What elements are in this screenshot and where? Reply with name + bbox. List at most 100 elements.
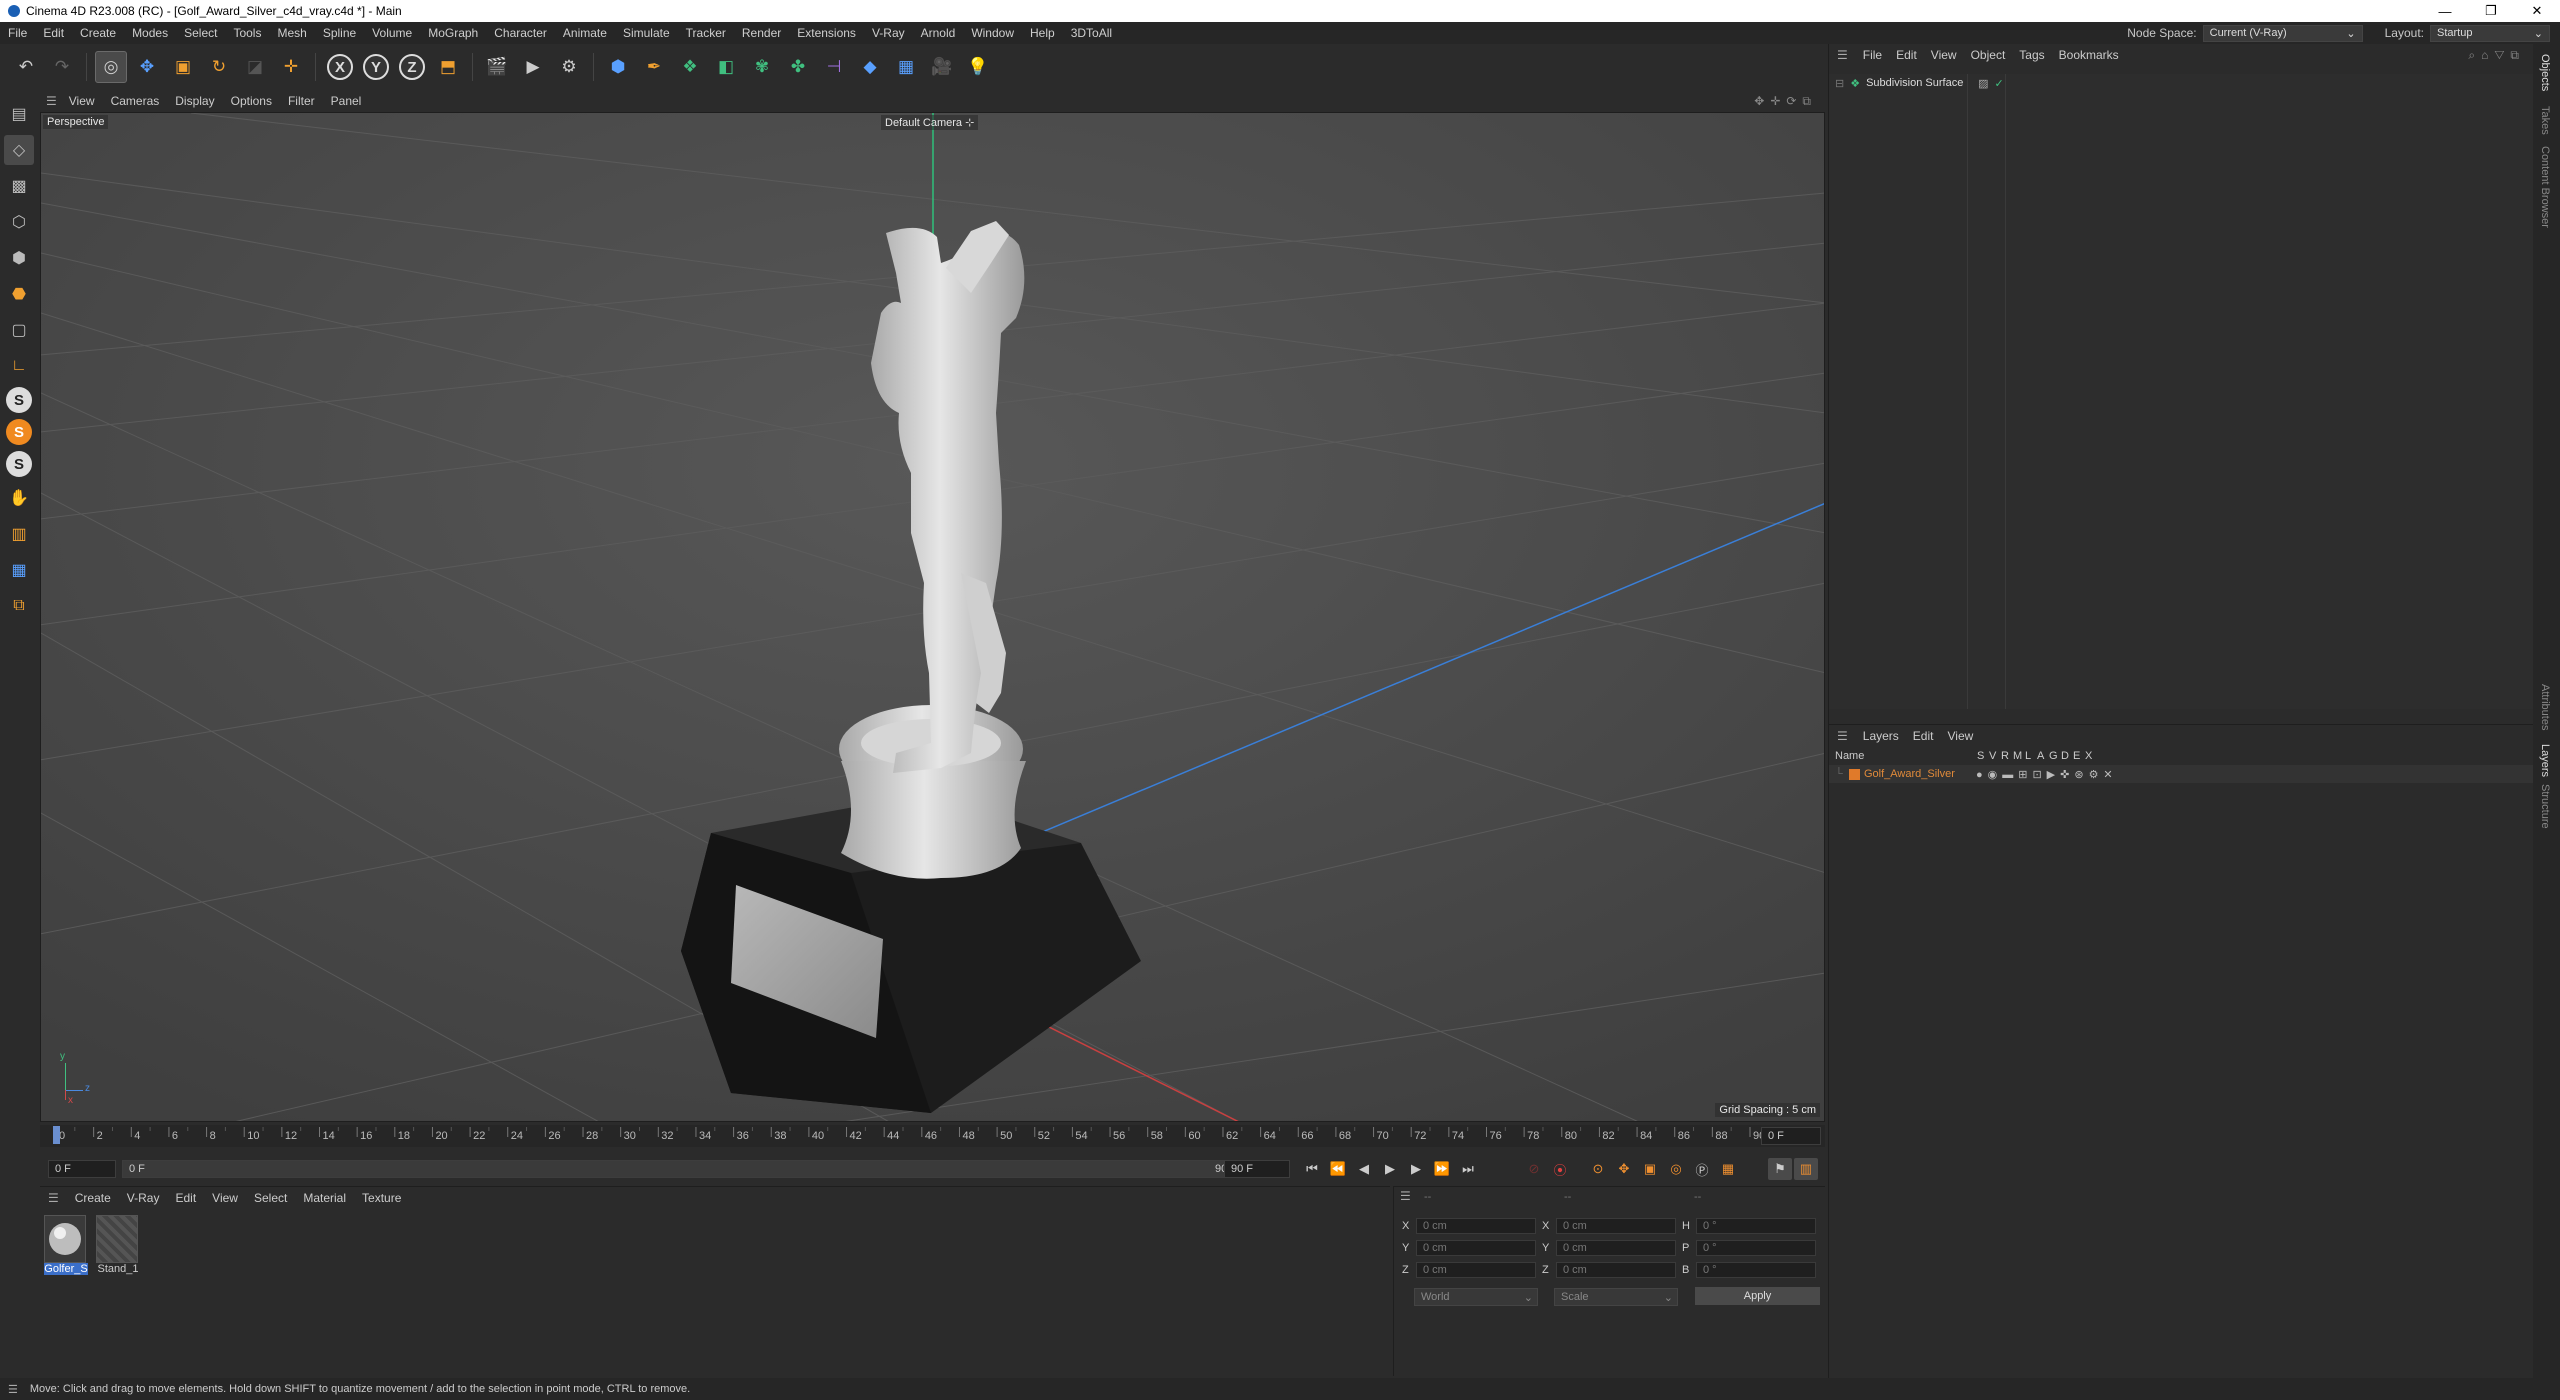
menu-render[interactable]: Render [734, 26, 789, 40]
material-menu-select[interactable]: Select [246, 1191, 295, 1205]
tab-layers[interactable]: Layers [2539, 744, 2551, 777]
menu-select[interactable]: Select [176, 26, 225, 40]
recent-tools-icon[interactable]: ◪ [239, 51, 271, 83]
viewport-menu-display[interactable]: Display [167, 94, 222, 108]
objects-menu-bookmarks[interactable]: Bookmarks [2052, 48, 2126, 62]
objects-hamburger-icon[interactable]: ☰ [1829, 48, 1856, 62]
grid-lock-icon[interactable]: ▦ [4, 555, 34, 585]
field-icon[interactable]: ✤ [782, 51, 814, 83]
model-mode-icon[interactable]: ◇ [4, 135, 34, 165]
snap-icon[interactable]: S [6, 387, 32, 413]
layout-dropdown[interactable]: Startup ⌄ [2430, 24, 2550, 42]
editor-visibility-icon[interactable]: ▨ [1978, 77, 1988, 90]
menu-volume[interactable]: Volume [364, 26, 420, 40]
material-item[interactable]: Golfer_S [44, 1215, 88, 1275]
objects-menu-edit[interactable]: Edit [1889, 48, 1924, 62]
workplane-icon[interactable]: ▥ [4, 519, 34, 549]
tab-structure[interactable]: Structure [2539, 784, 2551, 829]
viewport-menu-filter[interactable]: Filter [280, 94, 323, 108]
previous-frame-icon[interactable]: ◀ [1352, 1158, 1376, 1180]
objects-menu-tags[interactable]: Tags [2012, 48, 2051, 62]
timeline-ruler[interactable]: 0 2 4 6 8 10 12 14 16 18 20 22 24 26 28 30 32 34 36 38 40 42 4… [40, 1125, 1825, 1147]
menu-tools[interactable]: Tools [225, 26, 269, 40]
layers-menu-edit[interactable]: Edit [1906, 729, 1941, 743]
3d-viewport[interactable]: Perspective Default Camera ⊹ Grid Spacin… [40, 112, 1825, 1122]
play-icon[interactable]: ▶ [1378, 1158, 1402, 1180]
tab-content-browser[interactable]: Content Browser [2539, 146, 2551, 228]
objects-menu-view[interactable]: View [1924, 48, 1964, 62]
material-menu-vray[interactable]: V-Ray [119, 1191, 168, 1205]
material-menu-view[interactable]: View [204, 1191, 246, 1205]
snap-settings-icon[interactable]: S [6, 419, 32, 445]
cloner-icon[interactable]: ✾ [746, 51, 778, 83]
rotation-h-field[interactable]: 0 ° [1696, 1218, 1816, 1234]
end-frame-field[interactable]: 90 F [1224, 1160, 1290, 1178]
next-key-icon[interactable]: ⏩ [1430, 1158, 1454, 1180]
menu-arnold[interactable]: Arnold [913, 26, 964, 40]
material-menu-texture[interactable]: Texture [354, 1191, 409, 1205]
apply-button[interactable]: Apply [1695, 1287, 1820, 1305]
environment-icon[interactable]: ◆ [854, 51, 886, 83]
tab-objects[interactable]: Objects [2539, 54, 2551, 91]
sculpt-brush-icon[interactable]: ✋ [4, 483, 34, 513]
z-axis-lock-button[interactable]: Z [396, 51, 428, 83]
move-tool-icon[interactable]: ✥ [131, 51, 163, 83]
timeline-window-icon[interactable]: ▥ [1794, 1158, 1818, 1180]
layers-menu-layers[interactable]: Layers [1856, 729, 1906, 743]
object-row[interactable]: ⊟ ❖ Subdivision Surface ▨ ✓ [1829, 74, 2534, 92]
redo-icon[interactable]: ↷ [46, 51, 78, 83]
record-active-icon[interactable]: ⊘ [1522, 1158, 1546, 1180]
light-icon[interactable]: 💡 [962, 51, 994, 83]
size-mode-dropdown[interactable]: Scale ⌄ [1554, 1288, 1678, 1306]
menu-modes[interactable]: Modes [124, 26, 176, 40]
layer-color-swatch[interactable] [1849, 768, 1860, 780]
polygons-mode-icon[interactable]: ⬣ [4, 279, 34, 309]
frame-range-slider[interactable]: 0 F 90 F [122, 1160, 1244, 1178]
motion-system-icon[interactable]: ⚑ [1768, 1158, 1792, 1180]
playhead[interactable] [53, 1126, 60, 1144]
size-x-field[interactable]: 0 cm [1556, 1218, 1676, 1234]
layers-menu-view[interactable]: View [1940, 729, 1980, 743]
undo-icon[interactable]: ↶ [10, 51, 42, 83]
menu-create[interactable]: Create [72, 26, 124, 40]
tab-takes[interactable]: Takes [2539, 106, 2551, 135]
menu-help[interactable]: Help [1022, 26, 1063, 40]
previous-key-icon[interactable]: ⏪ [1326, 1158, 1350, 1180]
rotate-tool-icon[interactable]: ↻ [203, 51, 235, 83]
key-pla-icon[interactable]: ▦ [1716, 1158, 1740, 1180]
key-rotation-icon[interactable]: ◎ [1664, 1158, 1688, 1180]
subdivision-generator-icon[interactable]: ❖ [674, 51, 706, 83]
coordinate-system-icon[interactable]: ⬒ [432, 51, 464, 83]
key-position-icon[interactable]: ✥ [1612, 1158, 1636, 1180]
viewport-menu-view[interactable]: View [61, 94, 103, 108]
material-menu-material[interactable]: Material [295, 1191, 354, 1205]
keyframe-selection-icon[interactable]: ⊙ [1586, 1158, 1610, 1180]
cube-primitive-icon[interactable]: ⬢ [602, 51, 634, 83]
viewport-camera-label[interactable]: Default Camera ⊹ [881, 115, 979, 130]
menu-animate[interactable]: Animate [555, 26, 615, 40]
material-menu-create[interactable]: Create [67, 1191, 119, 1205]
y-axis-lock-button[interactable]: Y [360, 51, 392, 83]
enabled-check-icon[interactable]: ✓ [1995, 77, 2004, 90]
menu-3dtoall[interactable]: 3DToAll [1063, 26, 1120, 40]
size-y-field[interactable]: 0 cm [1556, 1240, 1676, 1256]
camera-icon[interactable]: 🎥 [926, 51, 958, 83]
objects-menu-file[interactable]: File [1856, 48, 1889, 62]
extrude-generator-icon[interactable]: ◧ [710, 51, 742, 83]
rotation-b-field[interactable]: 0 ° [1696, 1262, 1816, 1278]
material-hamburger-icon[interactable]: ☰ [40, 1191, 67, 1205]
autokey-icon[interactable]: ⦿ [1548, 1158, 1572, 1180]
layer-toggle-icons[interactable]: ●◉▬⊞⊡▶✜⊛⚙✕ [1976, 768, 2118, 781]
menu-spline[interactable]: Spline [315, 26, 364, 40]
menu-mograph[interactable]: MoGraph [420, 26, 486, 40]
rotation-p-field[interactable]: 0 ° [1696, 1240, 1816, 1256]
menu-edit[interactable]: Edit [35, 26, 72, 40]
quantize-icon[interactable]: S [6, 451, 32, 477]
layers-hamburger-icon[interactable]: ☰ [1829, 729, 1856, 743]
symmetry-icon[interactable]: ⧉ [4, 591, 34, 621]
layer-row[interactable]: └ Golf_Award_Silver ●◉▬⊞⊡▶✜⊛⚙✕ [1829, 765, 2534, 783]
menu-window[interactable]: Window [963, 26, 1022, 40]
axis-mode-icon[interactable]: ∟ [4, 351, 34, 381]
render-view-icon[interactable]: ▶ [517, 51, 549, 83]
status-hamburger-icon[interactable]: ☰ [8, 1383, 18, 1396]
